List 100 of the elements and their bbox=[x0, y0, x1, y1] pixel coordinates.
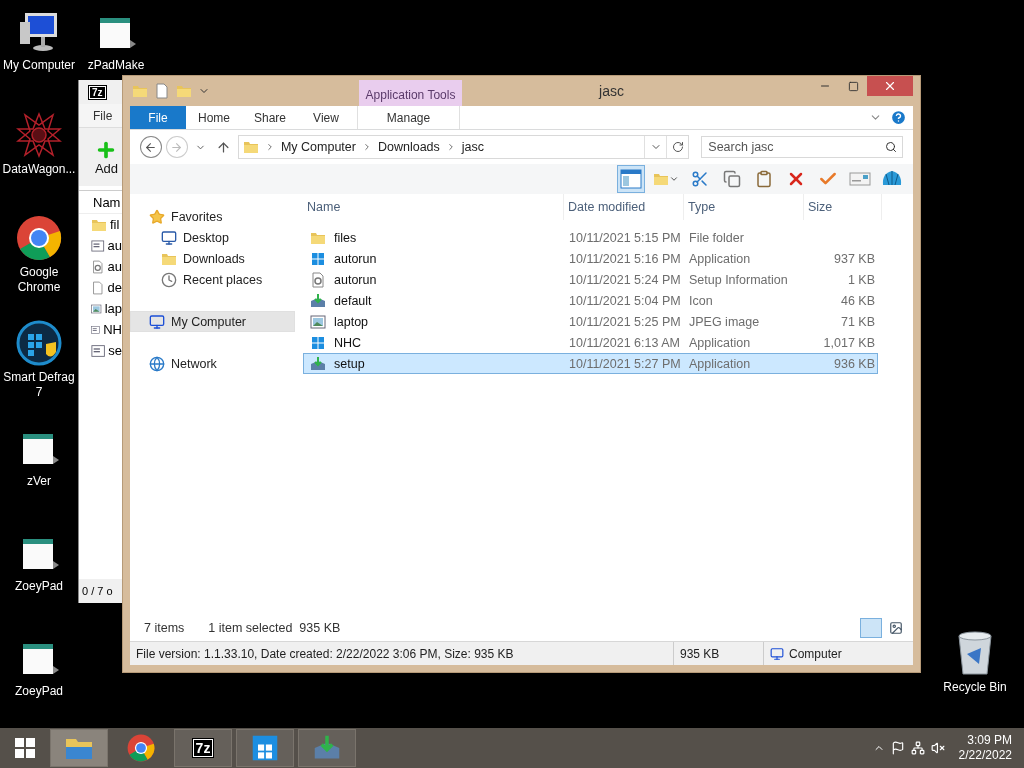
desktop-icon-label[interactable]: zVer bbox=[27, 474, 51, 489]
type-cell-text: Application bbox=[688, 251, 752, 266]
selection-info: 1 item selected 935 KB bbox=[208, 621, 341, 635]
file-row[interactable]: autorun 10/11/2021 5:24 PM Setup Information 1 KB bbox=[303, 269, 878, 290]
size-cell-text: 937 KB bbox=[833, 251, 876, 266]
file-row[interactable]: files 10/11/2021 5:15 PM File folder bbox=[303, 227, 878, 248]
file-name: laptop bbox=[334, 314, 369, 329]
help-icon[interactable] bbox=[890, 109, 907, 126]
star-pattern-icon[interactable] bbox=[16, 112, 62, 158]
size-cell-text: 1 KB bbox=[846, 272, 876, 287]
folder-icon bbox=[242, 139, 259, 155]
date-cell-text: 10/11/2021 5:25 PM bbox=[568, 314, 682, 329]
blank-file-icon bbox=[91, 279, 105, 296]
column-header[interactable]: Type bbox=[684, 194, 804, 220]
file-name[interactable]: au bbox=[107, 259, 122, 274]
preview-pane-button[interactable] bbox=[617, 165, 645, 193]
image-icon bbox=[889, 621, 903, 635]
file-name[interactable]: NH bbox=[103, 322, 122, 337]
mute-icon[interactable] bbox=[930, 741, 945, 755]
settings-file-icon bbox=[91, 258, 105, 275]
file-name: files bbox=[334, 230, 357, 245]
column-header[interactable]: Name bbox=[303, 194, 564, 220]
breadcrumb[interactable]: jasc bbox=[461, 140, 485, 154]
ribbon-tab[interactable]: File bbox=[130, 106, 186, 129]
date-cell-text: 10/11/2021 5:04 PM bbox=[568, 293, 682, 308]
window-file-icon bbox=[91, 342, 106, 359]
column-header[interactable]: Size bbox=[804, 194, 882, 220]
taskbar-app[interactable] bbox=[236, 729, 294, 767]
ribbon-tab[interactable]: Manage bbox=[357, 106, 460, 129]
file-name[interactable]: lap bbox=[104, 301, 122, 316]
desktop-icon-label[interactable]: My Computer bbox=[3, 58, 75, 73]
file-name[interactable]: se bbox=[108, 343, 122, 358]
file-row[interactable]: autorun 10/11/2021 5:16 PM Application 937 KB bbox=[303, 248, 878, 269]
nav-item[interactable]: My Computer bbox=[130, 311, 295, 332]
forward-arrow-icon bbox=[170, 140, 184, 154]
desktop-icon-label[interactable]: ZoeyPad bbox=[15, 684, 63, 699]
scissors-icon bbox=[691, 170, 709, 188]
clock[interactable]: 3:09 PM 2/22/2022 bbox=[958, 733, 1012, 763]
date-cell-text: 10/11/2021 5:16 PM bbox=[568, 251, 682, 266]
item-count: 7 items bbox=[144, 621, 185, 635]
desktop-icon-label[interactable]: Recycle Bin bbox=[943, 680, 1007, 695]
breadcrumb[interactable]: Downloads bbox=[377, 140, 440, 154]
file-name: autorun bbox=[334, 251, 377, 266]
type-cell-text: Application bbox=[688, 335, 752, 350]
flag-icon[interactable] bbox=[890, 741, 905, 755]
desktop-icon-label[interactable]: ZoeyPad bbox=[15, 579, 63, 594]
type-cell-text: Application bbox=[688, 356, 752, 371]
maximize-icon bbox=[847, 80, 859, 92]
date-cell-text: 10/11/2021 5:24 PM bbox=[568, 272, 682, 287]
recycle-bin-icon[interactable] bbox=[955, 630, 995, 676]
file-name[interactable]: au bbox=[107, 238, 122, 253]
back-button[interactable] bbox=[140, 136, 162, 158]
pane-icon bbox=[620, 169, 642, 189]
status-location: Computer bbox=[789, 646, 842, 661]
file-name[interactable]: de bbox=[107, 280, 122, 295]
nav-item[interactable]: Favorites bbox=[130, 206, 295, 227]
refresh-icon bbox=[671, 141, 684, 153]
breadcrumb[interactable]: My Computer bbox=[280, 140, 356, 154]
search-field[interactable]: Search jasc bbox=[701, 136, 903, 158]
nav-item[interactable]: Downloads bbox=[130, 248, 295, 269]
nav-item[interactable]: Recent places bbox=[130, 269, 295, 290]
date-cell-text: 10/11/2021 5:27 PM bbox=[568, 356, 682, 371]
desktop-icon-label[interactable]: Smart Defrag 7 bbox=[1, 370, 77, 400]
chrome-icon[interactable] bbox=[16, 215, 62, 261]
file-row[interactable]: NHC 10/11/2021 6:13 AM Application 1,017 KB bbox=[303, 332, 878, 353]
file-name: NHC bbox=[334, 335, 362, 350]
card-icon bbox=[849, 171, 871, 187]
desktop-icon-label[interactable]: DataWagon... bbox=[2, 162, 76, 177]
file-row[interactable]: laptop 10/11/2021 5:25 PM JPEG image 71 KB bbox=[303, 311, 878, 332]
nav-item[interactable]: Desktop bbox=[130, 227, 295, 248]
size-cell-text: 1,017 KB bbox=[822, 335, 876, 350]
file-row[interactable]: default 10/11/2021 5:04 PM Icon 46 KB bbox=[303, 290, 878, 311]
ribbon-tab[interactable]: Home bbox=[186, 106, 242, 129]
windows-logo-icon bbox=[14, 737, 36, 759]
ribbon-tab[interactable]: View bbox=[298, 106, 354, 129]
size-cell-text: 936 KB bbox=[833, 356, 876, 371]
file-name[interactable]: fil bbox=[110, 217, 120, 232]
status-text: 0 / 7 o bbox=[79, 579, 122, 603]
desktop-icon-label[interactable]: Google Chrome bbox=[1, 265, 77, 295]
ribbon-tab[interactable]: Share bbox=[242, 106, 298, 129]
folder-icon bbox=[132, 83, 148, 99]
chrome-icon bbox=[127, 734, 155, 762]
address-bar[interactable]: My Computer Downloads jasc bbox=[237, 135, 690, 159]
column-header[interactable]: Date modified bbox=[564, 194, 684, 220]
computer-icon bbox=[770, 646, 784, 661]
search-icon[interactable] bbox=[885, 141, 897, 153]
network-icon[interactable] bbox=[910, 741, 925, 755]
image-file-icon bbox=[310, 313, 326, 330]
nav-item[interactable]: Network bbox=[130, 353, 295, 374]
taskbar-app[interactable]: 7z bbox=[174, 729, 232, 767]
type-cell-text: Icon bbox=[688, 293, 714, 308]
desktop-icon-label[interactable]: zPadMake bbox=[87, 58, 145, 73]
file-row[interactable]: setup 10/11/2021 5:27 PM Application 936 KB bbox=[303, 353, 878, 374]
clipboard-icon bbox=[755, 170, 773, 188]
menu-item[interactable]: File bbox=[79, 104, 122, 128]
type-cell-text: File folder bbox=[688, 230, 745, 245]
date-cell-text: 10/11/2021 5:15 PM bbox=[568, 230, 682, 245]
defrag-icon[interactable] bbox=[16, 320, 62, 366]
size-cell-text: 46 KB bbox=[839, 293, 876, 308]
copy-icon bbox=[723, 170, 741, 188]
